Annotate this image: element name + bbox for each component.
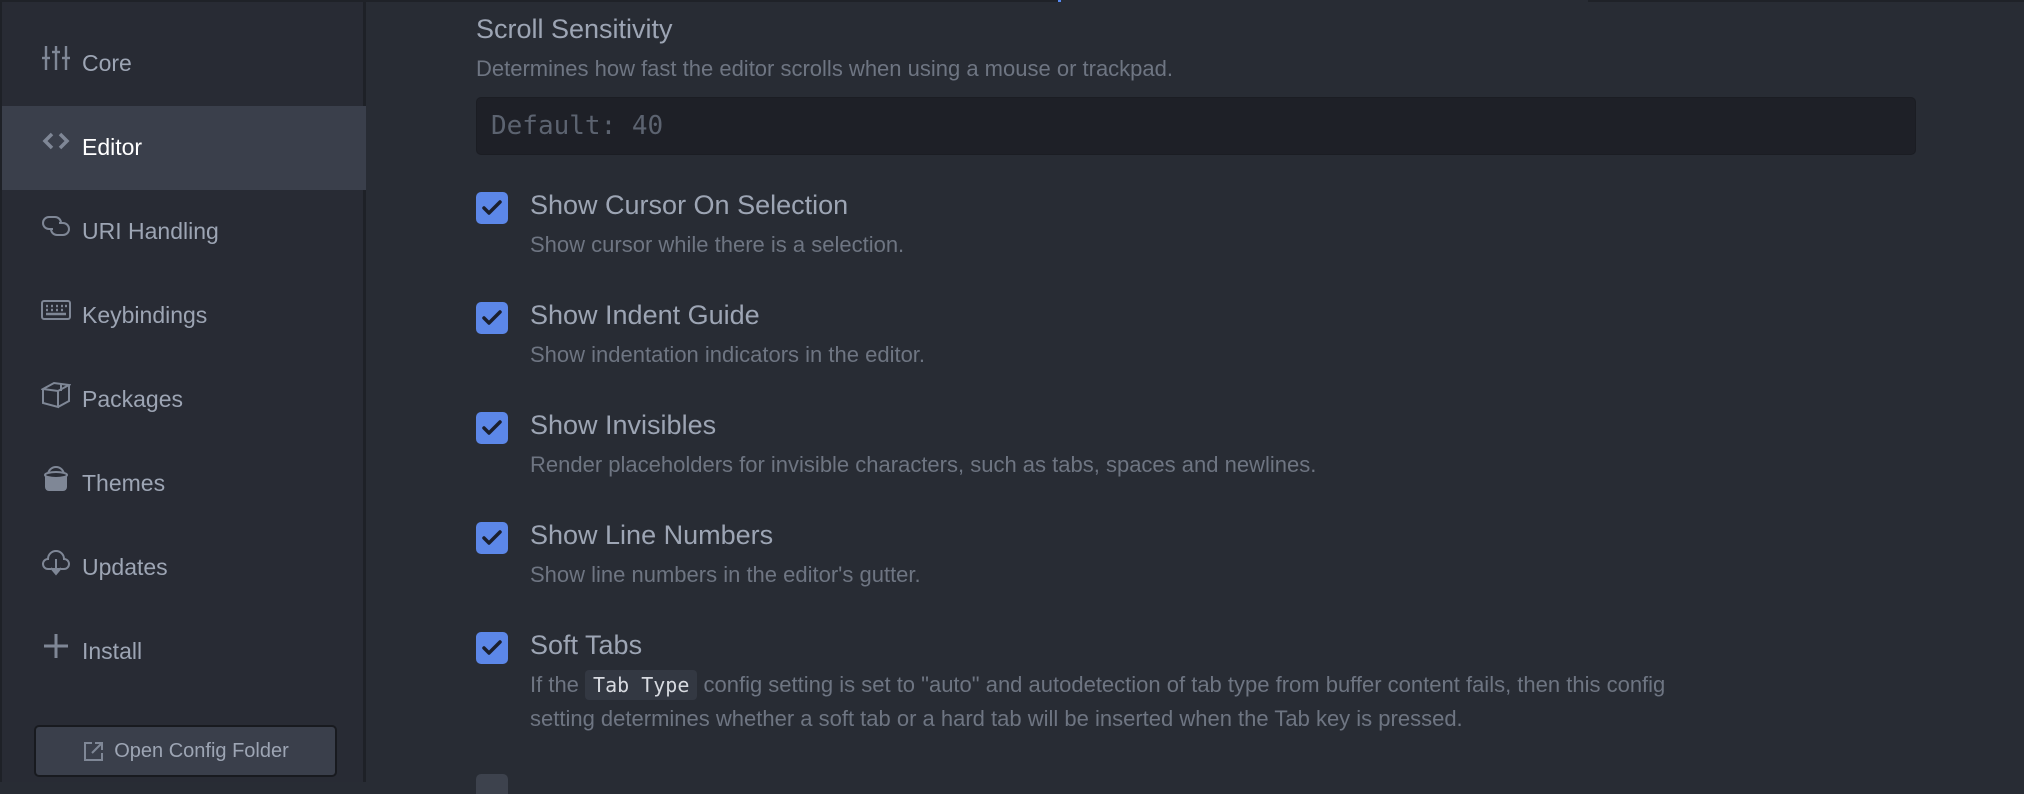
sidebar-item-themes[interactable]: Themes bbox=[2, 442, 366, 526]
sidebar-item-label: Updates bbox=[82, 554, 168, 580]
sidebar-item-install[interactable]: Install bbox=[2, 610, 366, 694]
checkmark-icon bbox=[482, 310, 502, 325]
checkmark-icon bbox=[482, 530, 502, 545]
sliders-icon bbox=[40, 42, 72, 74]
description-text: config setting is set to "auto" and auto… bbox=[697, 672, 1666, 697]
checkbox-label: Show Cursor On Selection bbox=[530, 190, 849, 220]
show-cursor-on-selection-checkbox[interactable] bbox=[476, 192, 508, 224]
show-invisibles-checkbox[interactable] bbox=[476, 412, 508, 444]
cloud-download-icon bbox=[40, 546, 72, 578]
plus-icon bbox=[40, 630, 72, 662]
checkbox-description: Render placeholders for invisible charac… bbox=[530, 452, 1317, 477]
sidebar-item-uri-handling[interactable]: URI Handling bbox=[2, 190, 366, 274]
sidebar-item-label: Keybindings bbox=[82, 302, 208, 328]
next-setting-checkbox[interactable] bbox=[476, 774, 508, 794]
checkbox-description: Show line numbers in the editor's gutter… bbox=[530, 562, 921, 587]
sidebar-item-label: Install bbox=[82, 638, 143, 664]
sidebar-item-packages[interactable]: Packages bbox=[2, 358, 366, 442]
checkmark-icon bbox=[482, 200, 502, 215]
checkbox-description: Show cursor while there is a selection. bbox=[530, 232, 905, 257]
checkbox-label: Show Indent Guide bbox=[530, 300, 760, 330]
scroll-sensitivity-title: Scroll Sensitivity bbox=[476, 14, 673, 44]
open-config-folder-button[interactable]: Open Config Folder bbox=[34, 725, 337, 777]
link-icon bbox=[40, 210, 72, 242]
checkbox-description: If the Tab Type config setting is set to… bbox=[530, 668, 1665, 736]
description-text: If the bbox=[530, 672, 586, 697]
external-link-icon bbox=[84, 742, 104, 761]
sidebar-item-updates[interactable]: Updates bbox=[2, 526, 366, 610]
settings-panel: Scroll Sensitivity Determines how fast t… bbox=[366, 2, 2024, 794]
sidebar-item-label: URI Handling bbox=[82, 218, 219, 244]
sidebar-item-label: Themes bbox=[82, 470, 166, 496]
sidebar-item-label: Packages bbox=[82, 386, 184, 412]
show-indent-guide-checkbox[interactable] bbox=[476, 302, 508, 334]
open-config-folder-label: Open Config Folder bbox=[114, 739, 289, 762]
settings-sidebar: Core Editor URI Handling Keybindings Pac… bbox=[0, 2, 366, 782]
checkbox-label: Show Line Numbers bbox=[530, 520, 774, 550]
code-icon bbox=[40, 126, 72, 158]
scroll-sensitivity-input[interactable] bbox=[476, 97, 1916, 155]
sidebar-item-keybindings[interactable]: Keybindings bbox=[2, 274, 366, 358]
checkmark-icon bbox=[482, 640, 502, 655]
scroll-sensitivity-description: Determines how fast the editor scrolls w… bbox=[476, 56, 1173, 81]
checkbox-description: Show indentation indicators in the edito… bbox=[530, 342, 926, 367]
checkbox-label: Soft Tabs bbox=[530, 630, 643, 660]
show-line-numbers-checkbox[interactable] bbox=[476, 522, 508, 554]
inline-code: Tab Type bbox=[585, 670, 698, 700]
package-icon bbox=[40, 378, 72, 410]
paintcan-icon bbox=[40, 462, 72, 494]
sidebar-item-editor[interactable]: Editor bbox=[2, 106, 366, 190]
checkbox-label: Show Invisibles bbox=[530, 410, 717, 440]
keyboard-icon bbox=[40, 294, 72, 326]
soft-tabs-checkbox[interactable] bbox=[476, 632, 508, 664]
sidebar-item-core[interactable]: Core bbox=[2, 22, 366, 106]
description-text: setting determines whether a soft tab or… bbox=[530, 706, 1463, 731]
sidebar-item-label: Editor bbox=[82, 134, 143, 160]
checkmark-icon bbox=[482, 420, 502, 435]
sidebar-item-label: Core bbox=[82, 50, 132, 76]
